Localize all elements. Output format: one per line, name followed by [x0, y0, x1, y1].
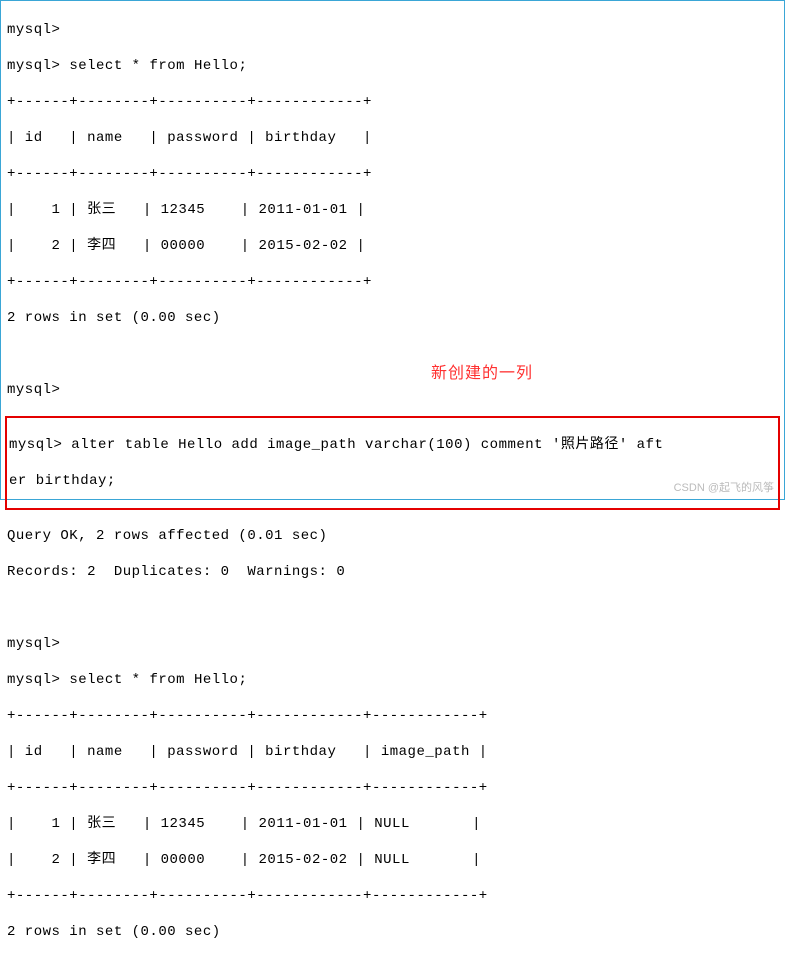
table-border: +------+--------+----------+------------… — [7, 779, 778, 797]
table-border: +------+--------+----------+------------… — [7, 165, 778, 183]
terminal-output: mysql> mysql> select * from Hello; +----… — [1, 1, 784, 961]
prompt-line[interactable]: mysql> — [7, 635, 778, 653]
prompt-line[interactable]: mysql> — [7, 21, 778, 39]
table-row: | 1 | 张三 | 12345 | 2011-01-01 | — [7, 201, 778, 219]
alter-command-line2[interactable]: er birthday; — [9, 472, 776, 490]
sql-command: select * from Hello; — [69, 58, 247, 74]
table-header: | id | name | password | birthday | imag… — [7, 743, 778, 761]
prompt-line[interactable]: mysql> — [7, 381, 778, 399]
table-border: +------+--------+----------+------------… — [7, 707, 778, 725]
result-summary: 2 rows in set (0.00 sec) — [7, 309, 778, 327]
table-border: +------+--------+----------+------------… — [7, 93, 778, 111]
result-summary: 2 rows in set (0.00 sec) — [7, 923, 778, 941]
select-command-1[interactable]: mysql> select * from Hello; — [7, 57, 778, 75]
alter-command-line1[interactable]: mysql> alter table Hello add image_path … — [9, 436, 776, 454]
records-info: Records: 2 Duplicates: 0 Warnings: 0 — [7, 563, 778, 581]
highlighted-command: mysql> alter table Hello add image_path … — [5, 416, 780, 510]
table-header: | id | name | password | birthday | — [7, 129, 778, 147]
sql-command: select * from Hello; — [69, 672, 247, 688]
table-border: +------+--------+----------+------------… — [7, 273, 778, 291]
query-ok: Query OK, 2 rows affected (0.01 sec) — [7, 527, 778, 545]
table-row: | 1 | 张三 | 12345 | 2011-01-01 | NULL | — [7, 815, 778, 833]
table-row: | 2 | 李四 | 00000 | 2015-02-02 | NULL | — [7, 851, 778, 869]
annotation-new-column: 新创建的一列 — [431, 359, 533, 383]
watermark: CSDN @起飞的风筝 — [674, 479, 774, 495]
table-row: | 2 | 李四 | 00000 | 2015-02-02 | — [7, 237, 778, 255]
table-border: +------+--------+----------+------------… — [7, 887, 778, 905]
select-command-2[interactable]: mysql> select * from Hello; — [7, 671, 778, 689]
